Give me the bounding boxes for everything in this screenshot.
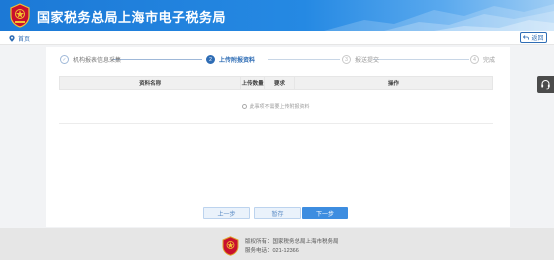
step-4-marker: 4 <box>470 55 479 64</box>
column-header-requirement: 要求 <box>265 77 295 89</box>
step-2-label: 上传附报资料 <box>219 58 256 64</box>
breadcrumb[interactable]: 首页 <box>9 33 30 43</box>
back-button[interactable]: 返回 <box>520 32 547 43</box>
save-draft-button[interactable]: 暂存 <box>254 207 301 219</box>
page-footer: 版权所有：国家税务总局上海市税务局 服务电话：021-12366 <box>0 228 554 260</box>
column-header-name: 资料名称 <box>60 77 242 89</box>
step-2: 2 上传附报资料 <box>206 55 255 64</box>
headset-icon <box>541 79 550 90</box>
step-4: 4 完成 <box>470 55 495 64</box>
step-connector <box>268 59 340 60</box>
top-header: 国家税务总局上海市电子税务局 <box>0 0 554 31</box>
step-3: 3 报送提交 <box>342 55 379 64</box>
progress-steps: ✓ 机构报表信息采集 2 上传附报资料 3 报送提交 4 完成 <box>46 55 510 69</box>
back-button-label: 返回 <box>531 36 544 42</box>
info-circle-icon <box>242 104 248 109</box>
page-root: 国家税务总局上海市电子税务局 首页 返回 ✓ 机构报表信息采集 2 上传附报资料… <box>0 0 554 260</box>
step-1: ✓ 机构报表信息采集 <box>60 55 121 64</box>
footer-copyright: 版权所有：国家税务总局上海市税务局 <box>245 239 339 245</box>
step-connector <box>373 59 469 60</box>
tax-emblem-icon <box>222 236 239 256</box>
footer-info: 版权所有：国家税务总局上海市税务局 服务电话：021-12366 <box>245 238 339 256</box>
table-empty-row: 此事项不需要上传附报资料 <box>59 90 493 124</box>
step-2-marker: 2 <box>206 55 215 64</box>
main-panel: ✓ 机构报表信息采集 2 上传附报资料 3 报送提交 4 完成 资料名称 上传数… <box>46 47 510 227</box>
column-header-count: 上传数量 <box>241 77 266 89</box>
breadcrumb-home-link[interactable]: 首页 <box>18 34 30 43</box>
tax-emblem-icon <box>10 3 30 28</box>
return-arrow-icon <box>523 35 530 40</box>
table-header: 资料名称 上传数量 要求 操作 <box>59 76 493 90</box>
step-4-label: 完成 <box>483 58 496 64</box>
online-service-widget[interactable] <box>537 76 554 93</box>
step-connector <box>112 59 202 60</box>
column-header-action: 操作 <box>387 81 399 87</box>
step-3-label: 报送提交 <box>355 58 380 64</box>
site-title: 国家税务总局上海市电子税务局 <box>37 10 227 25</box>
footer-phone: 服务电话：021-12366 <box>245 248 299 254</box>
attachment-table: 资料名称 上传数量 要求 操作 此事项不需要上传附报资料 <box>59 76 493 124</box>
previous-step-button[interactable]: 上一步 <box>203 207 250 219</box>
next-step-button[interactable]: 下一步 <box>302 207 348 219</box>
location-pin-icon <box>9 34 15 42</box>
step-3-marker: 3 <box>342 55 351 64</box>
breadcrumb-bar: 首页 返回 <box>0 31 554 45</box>
step-1-marker: ✓ <box>60 55 69 64</box>
header-decoration <box>324 4 554 31</box>
empty-message: 此事项不需要上传附报资料 <box>249 104 310 110</box>
action-buttons: 上一步 暂存 下一步 <box>46 207 510 219</box>
step-1-label: 机构报表信息采集 <box>73 58 122 64</box>
